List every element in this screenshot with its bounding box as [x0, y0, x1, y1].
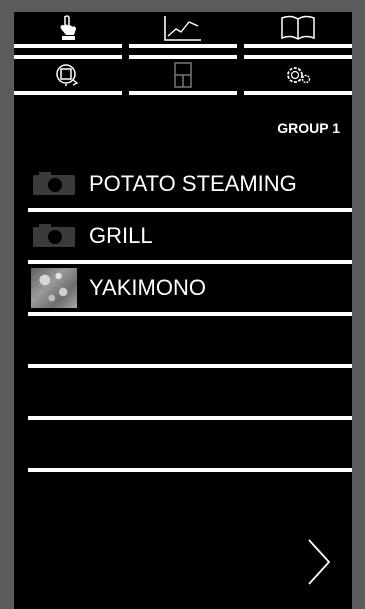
recipe-name: YAKIMONO [89, 275, 206, 300]
list-item-empty[interactable] [28, 420, 352, 472]
list-item[interactable]: GRILL [28, 212, 352, 264]
camera-icon [33, 172, 75, 195]
recipe-thumbnail [31, 216, 77, 256]
tab-program[interactable] [14, 55, 122, 95]
list-item[interactable]: YAKIMONO [28, 264, 352, 316]
recipe-thumbnail [31, 164, 77, 204]
toolbar-row-1 [14, 12, 352, 48]
tab-settings[interactable] [244, 55, 352, 95]
hand-pointer-icon [60, 15, 76, 40]
tab-cookbook[interactable] [244, 12, 352, 48]
recipe-thumbnail [31, 268, 77, 308]
oven-icon [174, 62, 192, 88]
recipe-list: POTATO STEAMING GRILL YAKIMONO [28, 160, 352, 472]
chevron-right-icon[interactable] [304, 537, 334, 587]
tab-manual-mode[interactable] [14, 12, 122, 48]
rotate-frame-icon [56, 64, 79, 86]
list-item-empty[interactable] [28, 368, 352, 420]
list-item-empty[interactable] [28, 316, 352, 368]
recipe-name: GRILL [89, 223, 153, 248]
screen: GROUP 1 POTATO STEAMING GRILL YAKIMONO [14, 12, 352, 609]
book-icon [281, 15, 315, 40]
line-chart-icon [164, 16, 201, 41]
settings-gears-icon [287, 67, 311, 84]
tab-charts[interactable] [129, 12, 237, 48]
recipe-photo [31, 268, 77, 308]
recipe-name: POTATO STEAMING [89, 171, 297, 196]
group-label: GROUP 1 [277, 120, 340, 136]
list-item[interactable]: POTATO STEAMING [28, 160, 352, 212]
device-frame: GROUP 1 POTATO STEAMING GRILL YAKIMONO [0, 0, 365, 609]
camera-icon [33, 224, 75, 247]
tab-oven[interactable] [129, 55, 237, 95]
toolbar-row-2 [14, 55, 352, 99]
